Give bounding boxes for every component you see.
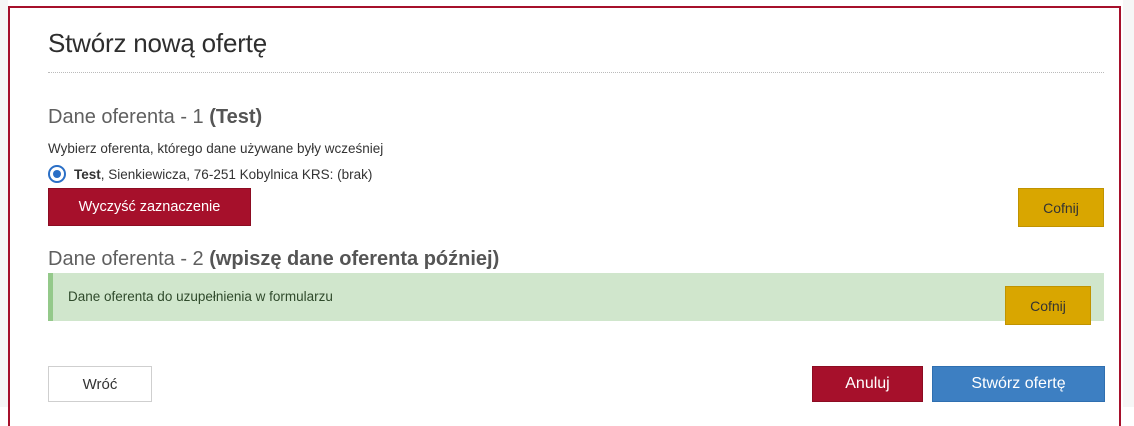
offeror-1-hint: Wybierz oferenta, którego dane używane b… [48, 141, 384, 156]
offeror-2-heading-prefix: Dane oferenta - 2 [48, 248, 210, 270]
clear-selection-button[interactable]: Wyczyść zaznaczenie [48, 188, 251, 226]
offeror-2-heading: Dane oferenta - 2 (wpiszę dane oferenta … [48, 248, 499, 271]
offeror-1-undo-button[interactable]: Cofnij [1018, 188, 1104, 227]
offeror-2-alert: Dane oferenta do uzupełnienia w formular… [48, 273, 1104, 321]
create-offer-button[interactable]: Stwórz ofertę [932, 366, 1105, 402]
offeror-1-heading-name: (Test) [209, 106, 263, 128]
cancel-button[interactable]: Anuluj [812, 366, 923, 402]
offeror-option-name: Test [74, 166, 101, 182]
title-divider [48, 72, 1104, 73]
offeror-2-heading-note: (wpiszę dane oferenta później) [209, 248, 500, 270]
offeror-option[interactable]: Test, Sienkiewicza, 76-251 Kobylnica KRS… [48, 165, 372, 183]
dialog-title: Stwórz nową ofertę [48, 28, 267, 58]
offeror-1-heading-prefix: Dane oferenta - 1 [48, 106, 210, 128]
radio-selected-dot [53, 170, 61, 178]
alert-text: Dane oferenta do uzupełnienia w formular… [68, 289, 333, 304]
offeror-1-heading: Dane oferenta - 1 (Test) [48, 106, 262, 129]
background-left [0, 0, 8, 407]
back-button[interactable]: Wróć [48, 366, 152, 402]
offeror-radio[interactable] [48, 165, 66, 183]
offeror-option-details: , Sienkiewicza, 76-251 Kobylnica KRS: (b… [100, 166, 373, 182]
offeror-2-undo-button[interactable]: Cofnij [1005, 286, 1091, 325]
create-offer-dialog: Stwórz nową ofertę Dane oferenta - 1 (Te… [8, 6, 1121, 426]
background-right [1123, 0, 1134, 407]
